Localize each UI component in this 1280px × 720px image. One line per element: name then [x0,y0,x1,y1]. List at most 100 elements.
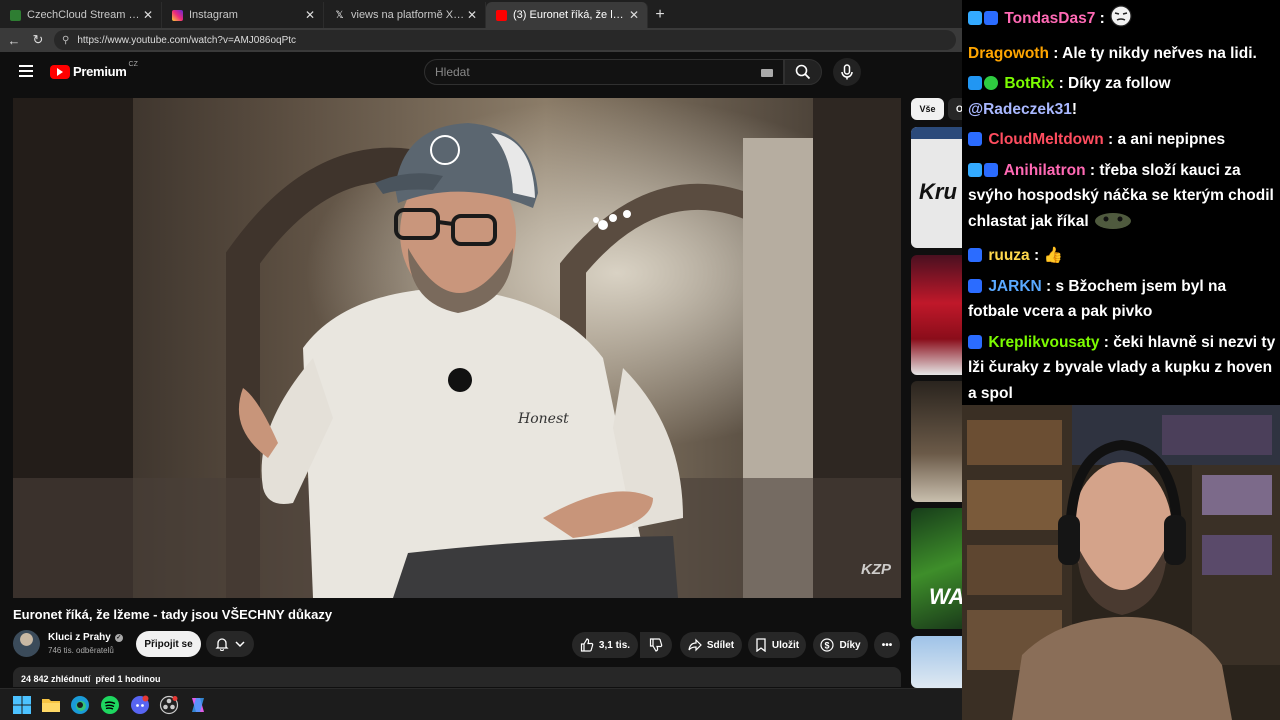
tab-instagram[interactable]: Instagram ✕ [162,2,324,28]
reload-icon[interactable]: ↻ [28,32,48,48]
chat-message: Anihilatron : třeba složí kauci za svýho… [968,158,1276,239]
channel-avatar[interactable] [13,630,40,657]
chat-text-end: ! [1071,100,1078,118]
tab-youtube-video[interactable]: (3) Euronet říká, že lžeme - tady jsou ✕ [486,2,648,28]
tab-title: CzechCloud Stream - Watch Live o [27,9,141,21]
search-placeholder: Hledat [435,65,470,79]
join-button[interactable]: Připojit se [136,631,201,657]
chat-badge-icon [968,132,982,146]
subscriber-count: 746 tis. odběratelů [48,646,114,655]
more-actions-button[interactable]: ••• [874,632,900,658]
bookmark-icon [756,638,766,652]
dislike-button[interactable] [640,632,672,658]
channel-name: Kluci z Prahy [48,632,111,643]
thanks-button[interactable]: $ Díky [813,632,868,658]
save-label: Uložit [771,639,800,651]
chat-text: Ale ty nikdy neřves na lidi. [1062,44,1257,62]
webcam-scene [962,405,1280,720]
close-tab-icon[interactable]: ✕ [627,8,641,22]
microphone-icon [841,64,853,80]
site-info-icon[interactable]: ⚲ [62,35,69,46]
description-box[interactable]: 24 842 zhlédnutí před 1 hodinou [13,667,901,687]
tab-title: Instagram [189,9,238,21]
share-button[interactable]: Sdílet [680,632,742,658]
chat-badge-icon [968,248,982,262]
windows-start-icon[interactable] [12,695,32,715]
stream-chat: TondasDas7 : Dragowoth : Ale ty nikdy ne… [962,0,1280,405]
chat-message: BotRix : Díky za follow @Radeczek31! [968,71,1276,122]
save-button[interactable]: Uložit [748,632,806,658]
face-emote-icon [1109,5,1133,36]
chat-badge-icon [968,278,982,293]
chip-all[interactable]: Vše [911,98,944,120]
windows-taskbar [0,688,962,720]
browser-tab-bar: CzechCloud Stream - Watch Live o ✕ Insta… [0,0,962,28]
chat-message: CloudMeltdown : a ani nepipnes [968,127,1276,153]
chat-message: Kreplikvousaty : čeki hlavně si nezvi ty… [968,330,1276,407]
like-count: 3,1 tis. [598,639,631,651]
chat-separator: : [1085,161,1100,179]
chat-separator: : [1095,10,1110,27]
subscriber-badge-icon [968,11,982,25]
chat-username: Anihilatron [1003,161,1086,179]
tab-title: (3) Euronet říká, že lžeme - tady jsou [513,9,627,21]
tab-czechcloud[interactable]: CzechCloud Stream - Watch Live o ✕ [0,2,162,28]
chat-message: Dragowoth : Ale ty nikdy neřves na lidi. [968,41,1276,67]
video-frame: Honest [13,98,901,598]
copilot-icon[interactable] [188,695,208,715]
thumbs-up-icon [580,638,594,652]
url-text: https://www.youtube.com/watch?v=AMJ086oq… [77,34,297,46]
recommended-thumbnail[interactable] [911,381,966,502]
chat-username: Kreplikvousaty [988,333,1100,351]
chat-username: TondasDas7 [1004,10,1096,27]
new-tab-button[interactable]: + [648,2,672,28]
search-button[interactable] [784,59,822,85]
chat-badge-icon [984,162,998,177]
channel-name-row[interactable]: Kluci z Prahy ✓ [48,632,123,643]
youtube-premium-logo[interactable]: Premium CZ [50,61,138,79]
search-icon [795,64,811,80]
close-tab-icon[interactable]: ✕ [141,8,155,22]
address-bar-row: ← ↻ ⚲ https://www.youtube.com/watch?v=AM… [0,28,962,52]
close-tab-icon[interactable]: ✕ [465,8,479,22]
obs-studio-icon[interactable] [159,695,179,715]
menu-icon[interactable] [19,65,33,77]
chat-username: JARKN [988,277,1042,295]
chat-username: BotRix [1004,75,1055,92]
keyboard-icon[interactable] [761,69,773,77]
spotify-icon[interactable] [100,695,120,715]
close-tab-icon[interactable]: ✕ [303,8,317,22]
voice-search-button[interactable] [833,58,861,86]
svg-text:$: $ [825,641,830,651]
recommended-thumbnail[interactable] [911,636,966,688]
recommended-thumbnail[interactable]: Kru [911,127,966,248]
view-stats: 24 842 zhlédnutí před 1 hodinou [21,674,161,684]
like-button[interactable]: 3,1 tis. [572,632,638,658]
recommended-thumbnail[interactable]: WA [911,508,966,629]
chat-separator: : [1041,277,1056,295]
thumbnail-title-bar [911,127,966,139]
chat-text: Díky za follow [1068,75,1171,92]
recommended-thumbnail[interactable] [911,255,966,375]
video-player[interactable]: Honest KZP [13,98,901,598]
edge-browser-icon[interactable] [70,695,90,715]
file-explorer-icon[interactable] [41,695,61,715]
bot-badge-icon [968,76,982,90]
logo-country: CZ [128,61,138,68]
thumbs-down-icon [649,638,663,652]
chat-separator: : [1029,247,1044,264]
chat-separator: : [1048,44,1063,62]
chat-text: 👍 [1043,247,1063,264]
chat-message: JARKN : s Bžochem jsem byl na fotbale vc… [968,274,1276,325]
chat-badge-icon [984,11,998,25]
share-label: Sdílet [706,639,735,651]
search-input[interactable]: Hledat [424,59,784,85]
chat-username: CloudMeltdown [988,131,1104,148]
thanks-label: Díky [839,639,861,651]
tab-x-views[interactable]: 𝕏 views na platformě X: „Clavicular j ✕ [324,2,486,28]
notifications-button[interactable] [206,631,254,657]
x-favicon-icon: 𝕏 [334,9,345,21]
url-input[interactable]: ⚲ https://www.youtube.com/watch?v=AMJ086… [54,30,956,50]
discord-icon[interactable] [130,695,150,715]
back-arrow-icon[interactable]: ← [0,33,28,48]
